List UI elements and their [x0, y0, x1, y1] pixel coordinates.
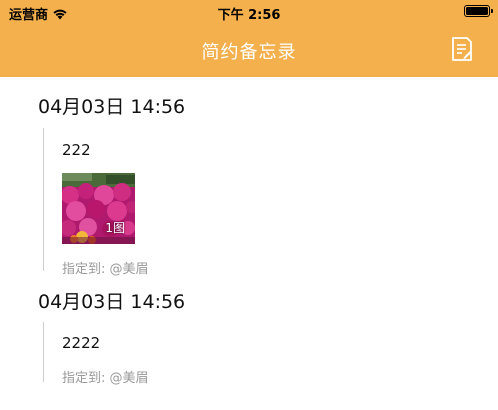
note-date: 04月03日 14:56: [38, 291, 186, 313]
image-count-label: 1图: [105, 221, 125, 235]
timeline-line: [43, 322, 44, 382]
nav-header: 运营商 下午 2:56 简约备忘录: [0, 0, 498, 77]
assigned-to-label: 指定到: @美眉: [62, 262, 149, 277]
battery-icon: [464, 5, 493, 17]
page-title: 简约备忘录: [201, 42, 297, 63]
note-date: 04月03日 14:56: [38, 96, 186, 118]
note-text[interactable]: 2222: [62, 334, 100, 352]
note-image-thumbnail[interactable]: 1图: [62, 173, 135, 244]
compose-button[interactable]: [450, 36, 474, 62]
status-time: 下午 2:56: [217, 8, 281, 23]
timeline-line: [43, 128, 44, 271]
note-text[interactable]: 222: [62, 141, 91, 159]
note-edit-icon: [452, 37, 472, 61]
status-bar: 运营商 下午 2:56: [0, 0, 498, 24]
assigned-to-label: 指定到: @美眉: [62, 371, 149, 386]
